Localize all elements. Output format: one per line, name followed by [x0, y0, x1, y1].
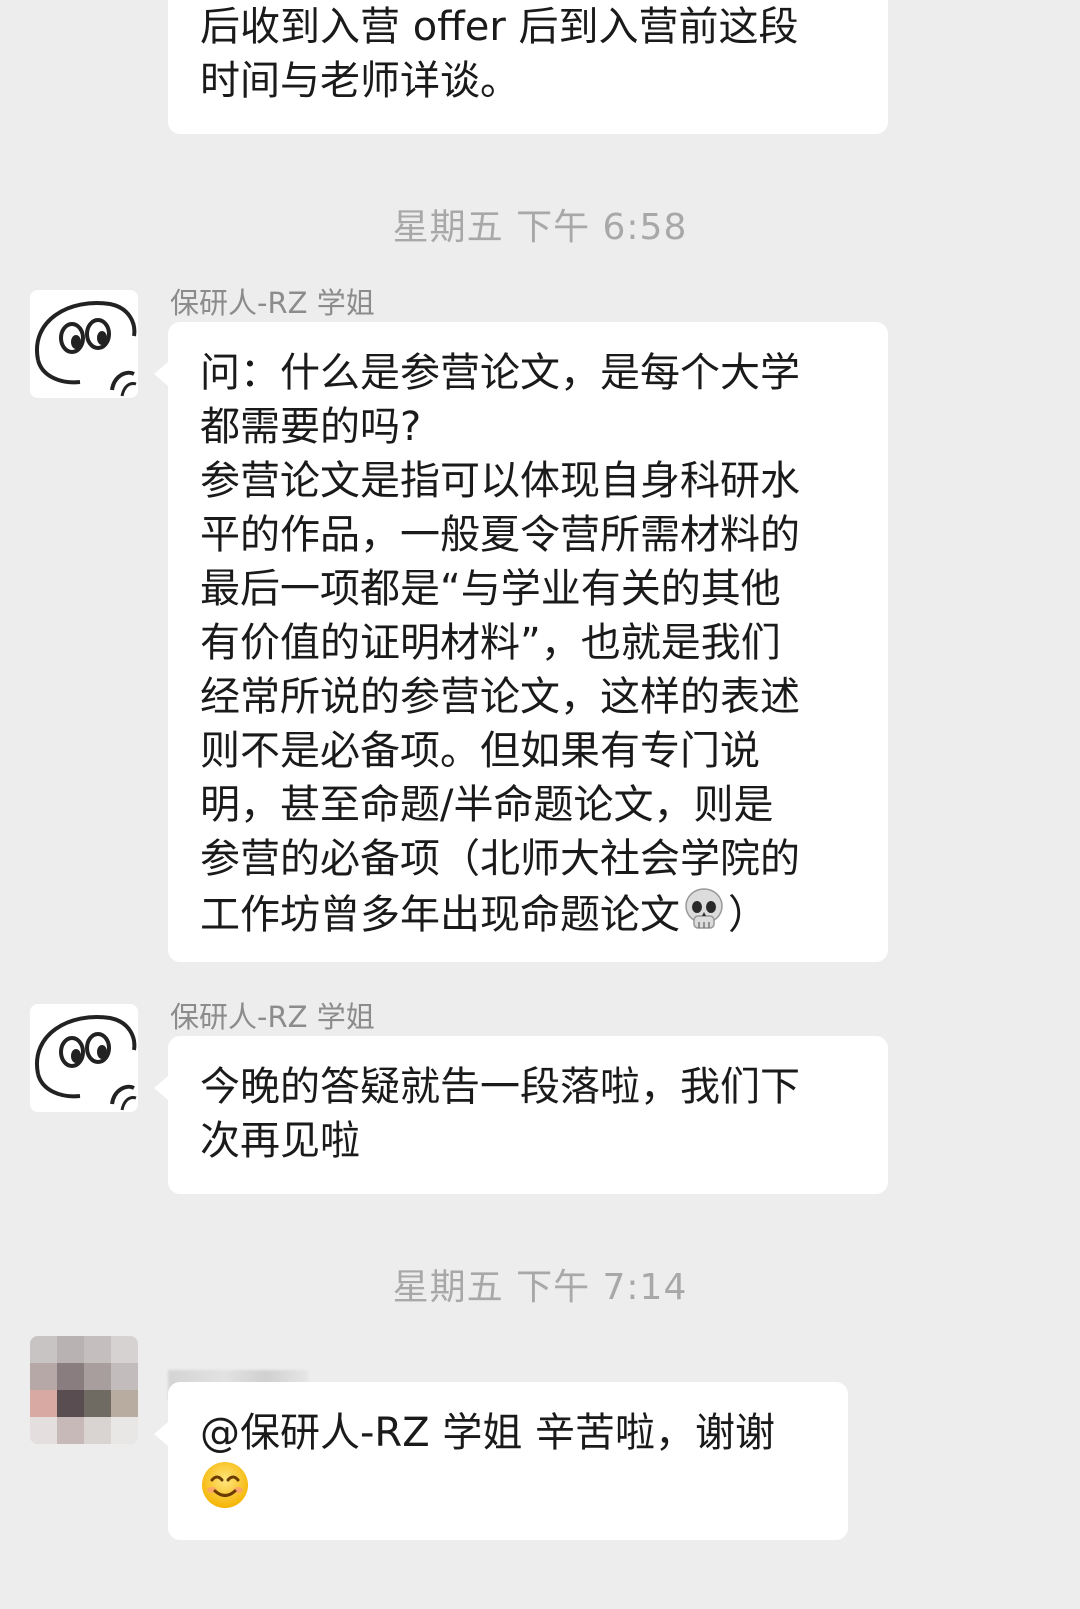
sender-name: 保研人-RZ 学姐 [170, 286, 375, 320]
message-text: 后收到入营 offer 后到入营前这段 时间与老师详谈。 [200, 4, 799, 104]
smiling-face-emoji-icon [200, 1460, 250, 1524]
avatar[interactable] [30, 1336, 138, 1444]
message-bubble[interactable]: 问：什么是参营论文，是每个大学 都需要的吗? 参营论文是指可以体现自身科研水 平… [154, 322, 888, 962]
message-bubble[interactable]: @保研人-RZ 学姐 辛苦啦，谢谢 [154, 1382, 848, 1540]
timestamp: 星期五 下午 6:58 [392, 207, 688, 248]
sender-name: 保研人-RZ 学姐 [170, 1000, 375, 1034]
cartoon-face-icon [30, 1004, 138, 1112]
message-bubble[interactable]: 今晚的答疑就告一段落啦，我们下 次再见啦 [154, 1036, 888, 1194]
timestamp: 星期五 下午 7:14 [392, 1267, 688, 1308]
message-text: 问：什么是参营论文，是每个大学 都需要的吗? 参营论文是指可以体现自身科研水 平… [200, 346, 858, 948]
message-text: 今晚的答疑就告一段落啦，我们下 次再见啦 [200, 1064, 800, 1164]
message-text: @保研人-RZ 学姐 辛苦啦，谢谢 [200, 1406, 818, 1524]
skull-emoji-icon [680, 886, 728, 948]
avatar[interactable] [30, 1004, 138, 1112]
cartoon-face-icon [30, 290, 138, 398]
message-bubble[interactable]: 后收到入营 offer 后到入营前这段 时间与老师详谈。 [168, 0, 888, 134]
avatar[interactable] [30, 290, 138, 398]
pixelated-avatar-icon [30, 1336, 138, 1444]
